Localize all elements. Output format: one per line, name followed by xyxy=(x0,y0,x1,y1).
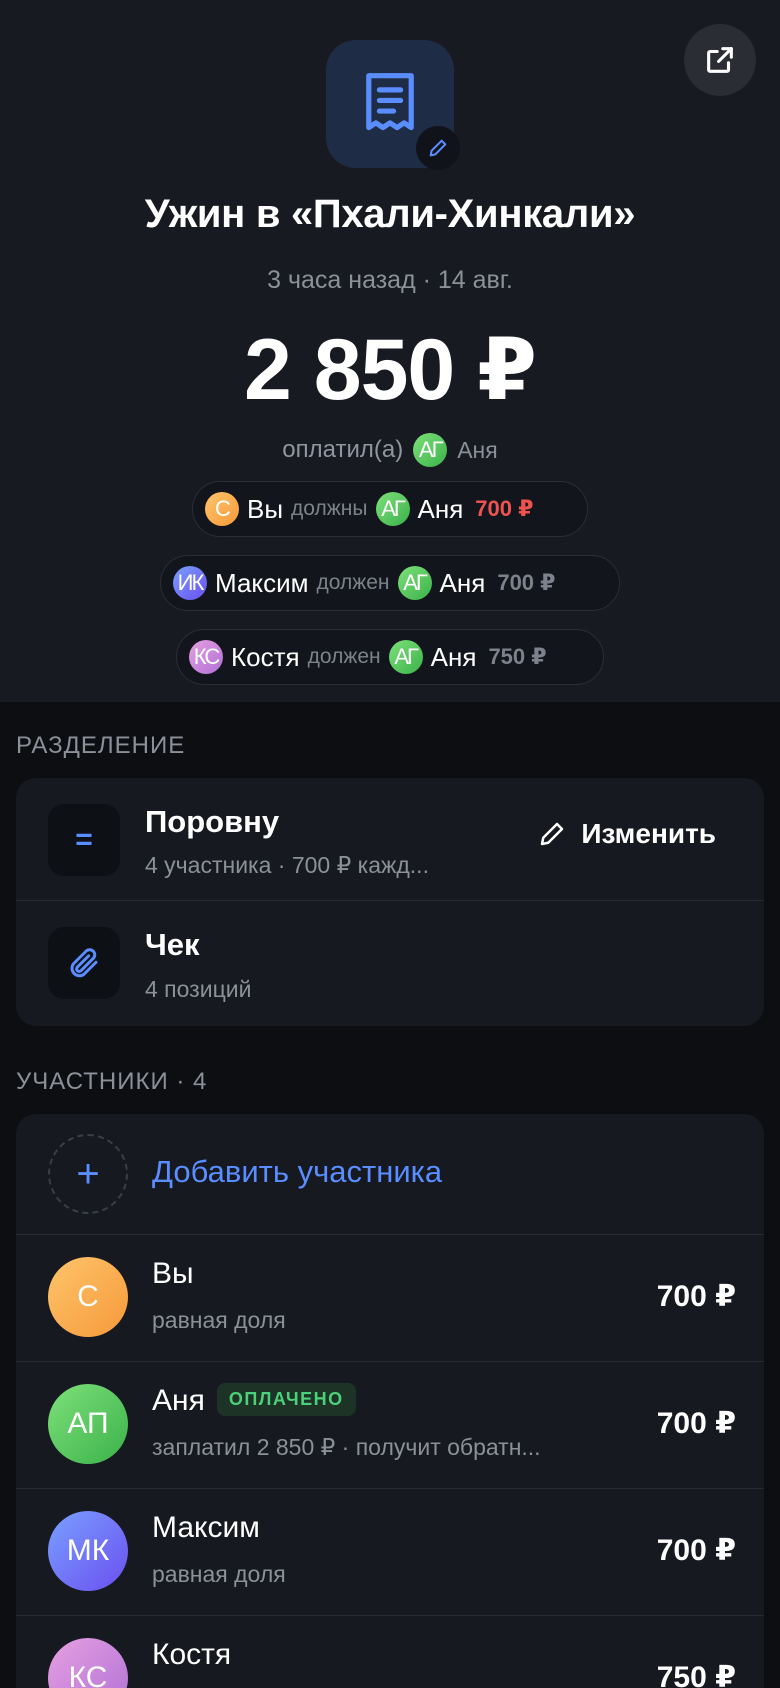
avatar: КС xyxy=(189,640,223,674)
participant-name: Костя xyxy=(152,1638,232,1671)
participant-row[interactable]: МК Максим равная доля 700 ₽ xyxy=(16,1489,764,1615)
expense-title: Ужин в «Пхали-Хинкали» xyxy=(144,192,636,236)
share-button[interactable] xyxy=(684,24,756,96)
paid-badge: ОПЛАЧЕНО xyxy=(216,1382,356,1416)
split-method-title: Поровну xyxy=(145,804,280,839)
participant-share: заплатил 2 850 ₽ · получит обратн... xyxy=(152,1434,541,1460)
participant-name: Вы xyxy=(152,1257,194,1290)
expense-date: 3 часа назад · 14 авг. xyxy=(267,266,513,294)
debt-verb: должен xyxy=(307,645,381,668)
participant-amount: 750 ₽ xyxy=(656,1661,736,1688)
participant-share: равная доля xyxy=(152,1561,286,1587)
avatar: С xyxy=(205,492,239,526)
participant-name: Максим xyxy=(152,1511,260,1544)
payer-name: Аня xyxy=(457,436,498,463)
participants-card: + Добавить участника С Вы равная доля 70… xyxy=(16,1114,764,1688)
expense-header: Ужин в «Пхали-Хинкали» 3 часа назад · 14… xyxy=(0,0,780,702)
avatar: АП xyxy=(48,1384,128,1464)
participant-amount: 700 ₽ xyxy=(656,1407,736,1440)
debt-amount: 700 ₽ xyxy=(475,496,534,521)
split-method-row[interactable]: = Поровну 4 участника · 700 ₽ кажд... Из… xyxy=(16,778,764,900)
participant-name-wrap: Аня ОПЛАЧЕНО xyxy=(152,1382,356,1419)
avatar: КС xyxy=(48,1638,128,1688)
external-link-icon xyxy=(707,47,733,73)
pencil-icon xyxy=(429,139,447,157)
add-participant-label: Добавить участника xyxy=(152,1154,443,1189)
equals-icon: = xyxy=(48,804,120,876)
change-split-label: Изменить xyxy=(581,818,716,849)
paid-by-label: оплатил(а) xyxy=(282,436,404,463)
debt-verb: должны xyxy=(291,497,368,520)
participant-row[interactable]: АП Аня ОПЛАЧЕНО заплатил 2 850 ₽ · получи… xyxy=(16,1362,764,1488)
debt-amount: 750 ₽ xyxy=(488,644,547,669)
debt-chip[interactable]: С Вы должны АГ Аня 700 ₽ xyxy=(192,481,588,537)
participant-amount: 700 ₽ xyxy=(656,1534,736,1567)
participant-row[interactable]: КС Костя 750 ₽ xyxy=(16,1616,764,1688)
plus-icon: + xyxy=(48,1134,128,1214)
participant-amount: 700 ₽ xyxy=(656,1280,736,1313)
debt-chip[interactable]: КС Костя должен АГ Аня 750 ₽ xyxy=(176,629,604,685)
participant-share: равная доля xyxy=(152,1307,286,1333)
receipt-subtitle: 4 позиций xyxy=(145,976,252,1002)
creditor-name: Аня xyxy=(417,493,464,524)
receipt-title: Чек xyxy=(145,927,200,962)
receipt-icon xyxy=(366,73,414,131)
debtor-name: Вы xyxy=(247,493,284,524)
avatar: С xyxy=(48,1257,128,1337)
avatar: АГ xyxy=(397,566,432,600)
avatar: АГ xyxy=(375,492,410,526)
split-card: = Поровну 4 участника · 700 ₽ кажд... Из… xyxy=(16,778,764,1026)
paperclip-icon xyxy=(48,927,120,999)
avatar: ИК xyxy=(173,566,207,600)
expense-amount: 2 850 ₽ xyxy=(244,322,537,418)
change-split-button[interactable]: Изменить xyxy=(537,818,716,850)
avatar: АГ xyxy=(388,640,423,674)
split-section-label: РАЗДЕЛЕНИЕ xyxy=(16,732,186,759)
debtor-name: Костя xyxy=(231,641,300,672)
debt-amount: 700 ₽ xyxy=(497,570,556,595)
edit-icon-button[interactable] xyxy=(416,126,460,170)
debt-chip[interactable]: ИК Максим должен АГ Аня 700 ₽ xyxy=(160,555,620,611)
creditor-name: Аня xyxy=(430,641,477,672)
participants-section-label: УЧАСТНИКИ · 4 xyxy=(16,1068,208,1095)
debt-verb: должен xyxy=(316,571,390,594)
debtor-name: Максим xyxy=(215,567,309,598)
participant-name: Аня xyxy=(152,1384,205,1417)
pencil-icon xyxy=(541,822,564,846)
avatar: МК xyxy=(48,1511,128,1591)
participant-row[interactable]: С Вы равная доля 700 ₽ xyxy=(16,1235,764,1361)
avatar: АГ xyxy=(413,433,448,467)
creditor-name: Аня xyxy=(439,567,486,598)
split-method-subtitle: 4 участника · 700 ₽ кажд... xyxy=(145,852,429,878)
paid-by: оплатил(а) АГ Аня xyxy=(0,432,780,468)
add-participant-button[interactable]: + Добавить участника xyxy=(16,1114,764,1234)
receipt-row[interactable]: Чек 4 позиций xyxy=(16,901,764,1026)
